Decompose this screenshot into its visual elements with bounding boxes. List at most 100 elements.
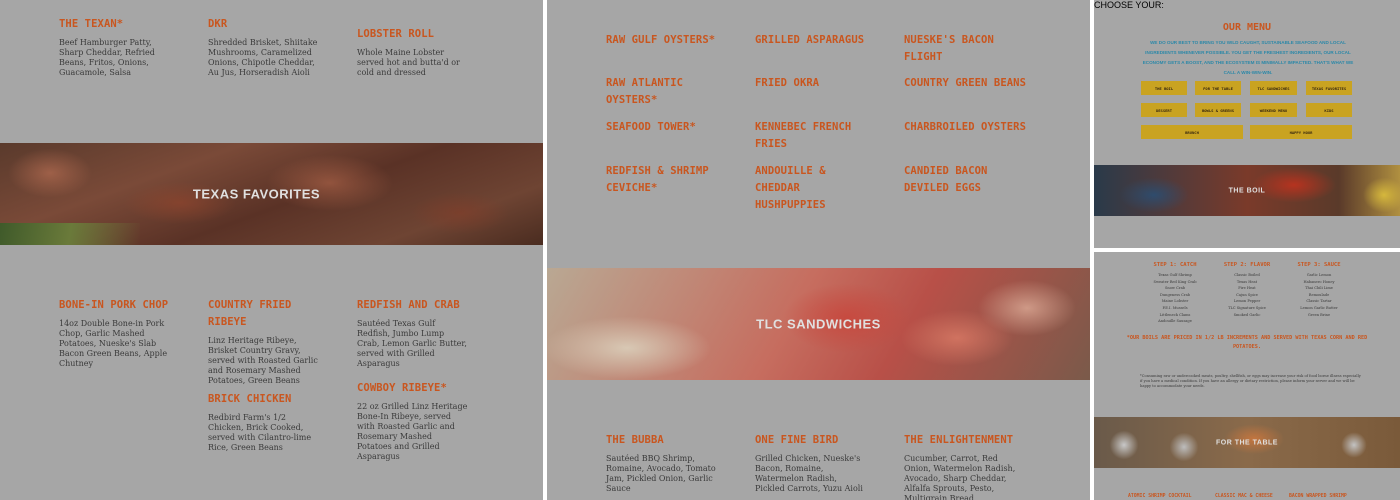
menu-item-name: CLASSIC MAC & CHEESE — [1215, 494, 1273, 499]
menu-item-name: DKR — [208, 18, 228, 30]
step-title: STEP 1: CATCH — [1153, 262, 1197, 268]
menu-item-name: RAW GULF OYSTERS* — [606, 34, 716, 46]
menu-panel-our-menu: OUR MENU WE DO OUR BEST TO BRING YOU WIL… — [1094, 0, 1400, 248]
step-option: Garlic Lemon — [1306, 273, 1332, 277]
menu-button-dessert[interactable]: DESSERT — [1141, 103, 1187, 117]
food-safety-disclaimer: *Consuming raw or undercooked meats, pou… — [1140, 374, 1361, 389]
menu-item-name: BONE-IN PORK CHOP — [59, 299, 169, 311]
menu-item: COUNTRY FRIED RIBEYE Linz Heritage Ribey… — [208, 297, 320, 386]
menu-item: REDFISH & SHRIMP CEVICHE* — [606, 163, 718, 197]
step-option: Lemon Pepper — [1233, 299, 1261, 304]
menu-item-name: RAW ATLANTIC OYSTERS* — [606, 77, 684, 106]
menu-button-brunch[interactable]: BRUNCH — [1141, 125, 1243, 139]
page-title: OUR MENU — [1222, 22, 1272, 33]
banner-title: TLC SANDWICHES — [756, 316, 881, 332]
menu-button-happy-hour[interactable]: HAPPY HOUR — [1250, 125, 1352, 139]
menu-item: ANDOUILLE & CHEDDAR HUSHPUPPIES — [755, 163, 875, 214]
menu-item-name: LOBSTER ROLL — [357, 28, 435, 40]
texas-favorites-banner: TEXAS FAVORITES — [0, 143, 543, 245]
menu-item-desc: Shredded Brisket, Shiitake Mushrooms, Ca… — [208, 38, 318, 77]
step-title: STEP 3: SAUCE — [1297, 262, 1341, 268]
menu-panel-for-the-table: RAW GULF OYSTERS* RAW ATLANTIC OYSTERS* … — [547, 0, 1090, 500]
menu-panel-the-boil: STEP 1: CATCH Texas Gulf Shrimp Sweater … — [1094, 252, 1400, 500]
menu-item: COUNTRY GREEN BEANS — [904, 75, 1034, 92]
menu-item-name: ANDOUILLE & CHEDDAR HUSHPUPPIES — [755, 165, 826, 211]
menu-button-weekend-menu[interactable]: WEEKEND MENU — [1250, 103, 1297, 117]
menu-button-bowls-greens[interactable]: BOWLS & GREENS — [1195, 103, 1241, 117]
menu-item: THE TEXAN* Beef Hamburger Patty, Sharp C… — [59, 16, 171, 78]
menu-button-kids[interactable]: KIDS — [1306, 103, 1352, 117]
menu-item: CANDIED BACON DEVILED EGGS — [904, 163, 1029, 197]
menu-item-name: COUNTRY GREEN BEANS — [904, 77, 1027, 89]
step-option: TLC Signature Spice — [1228, 305, 1266, 310]
banner-title: THE BOIL — [1228, 187, 1266, 194]
menu-item-name: REDFISH AND CRAB — [357, 299, 460, 311]
step-option: Remoulade — [1308, 292, 1330, 297]
step-option: Thai Chili Lime — [1305, 286, 1333, 291]
menu-item-desc: Grilled Chicken, Nueske's Bacon, Romaine… — [755, 454, 863, 493]
menu-item: THE BUBBA Sautéed BBQ Shrimp, Romaine, A… — [606, 432, 718, 494]
menu-item-desc: Whole Maine Lobster served hot and butta… — [357, 48, 460, 77]
menu-item-name: REDFISH & SHRIMP CEVICHE* — [606, 165, 709, 194]
step-options: Garlic Lemon Habanero Honey Thai Chili L… — [1286, 272, 1352, 318]
boil-step-catch: STEP 1: CATCH Texas Gulf Shrimp Sweater … — [1142, 262, 1208, 325]
menu-item-name: ATOMIC SHRIMP COCKTAIL — [1128, 494, 1192, 499]
menu-item-desc: 22 oz Grilled Linz Heritage Bone-In Ribe… — [357, 402, 468, 461]
menu-item: FRIED OKRA — [755, 75, 867, 92]
menu-item-desc: Cucumber, Carrot, Red Onion, Watermelon … — [904, 454, 1016, 500]
menu-item: ONE FINE BIRD Grilled Chicken, Nueske's … — [755, 432, 867, 494]
menu-item-desc: Linz Heritage Ribeye, Brisket Country Gr… — [208, 336, 318, 385]
menu-button-texas-favorites[interactable]: TEXAS FAVORITES — [1306, 81, 1352, 95]
choose-your-heading: CHOOSE YOUR: — [1094, 0, 1164, 10]
step-option: Lemon Garlic Butter — [1300, 305, 1338, 310]
menu-item: GRILLED ASPARAGUS — [755, 32, 867, 49]
menu-item-name: THE BUBBA — [606, 434, 664, 446]
menu-item: KENNEBEC FRENCH FRIES — [755, 119, 885, 153]
menu-item-name: KENNEBEC FRENCH FRIES — [755, 121, 852, 150]
menu-item-name: BRICK CHICKEN — [208, 393, 292, 405]
menu-item-name: BACON WRAPPED SHRIMP — [1289, 494, 1347, 499]
step-option: Cajun Spice — [1236, 292, 1258, 297]
intro-text: WE DO OUR BEST TO BRING YOU WILD CAUGHT,… — [1142, 40, 1354, 75]
menu-panel-texas-favorites: THE TEXAN* Beef Hamburger Patty, Sharp C… — [0, 0, 543, 500]
boil-step-sauce: STEP 3: SAUCE Garlic Lemon Habanero Hone… — [1286, 262, 1352, 318]
menu-item-desc: Redbird Farm's 1/2 Chicken, Brick Cooked… — [208, 413, 312, 452]
step-option: Maine Lobster — [1161, 299, 1189, 304]
step-option: Classic Tartar — [1306, 299, 1332, 304]
menu-item: DKR Shredded Brisket, Shiitake Mushrooms… — [208, 16, 320, 78]
for-the-table-banner: FOR THE TABLE — [1094, 417, 1400, 468]
tlc-sandwiches-banner: TLC SANDWICHES — [547, 268, 1090, 380]
menu-button-for-the-table[interactable]: FOR THE TABLE — [1195, 81, 1241, 95]
menu-button-tlc-sandwiches[interactable]: TLC SANDWICHES — [1250, 81, 1297, 95]
menu-item-name: SEAFOOD TOWER* — [606, 121, 696, 133]
boil-pricing-note: *OUR BOILS ARE PRICED IN 1/2 LB INCREMEN… — [1126, 335, 1368, 350]
step-option: Littleneck Clams — [1159, 312, 1191, 317]
menu-item: RAW GULF OYSTERS* — [606, 32, 718, 49]
menu-item: SEAFOOD TOWER* — [606, 119, 718, 136]
menu-item: BONE-IN PORK CHOP 14oz Double Bone-in Po… — [59, 297, 171, 369]
menu-item-name: THE TEXAN* — [59, 18, 124, 30]
menu-item: THE ENLIGHTENMENT Cucumber, Carrot, Red … — [904, 432, 1019, 500]
menu-item-desc: 14oz Double Bone-in Pork Chop, Garlic Ma… — [59, 319, 168, 368]
menu-button-the-boil[interactable]: THE BOIL — [1141, 81, 1187, 95]
menu-item-name: THE ENLIGHTENMENT — [904, 434, 1014, 446]
step-options: Texas Gulf Shrimp Sweater Red King Crab … — [1142, 272, 1208, 325]
menu-item-name: COUNTRY FRIED RIBEYE — [208, 299, 292, 328]
step-option: Fire Heat — [1238, 286, 1256, 291]
the-boil-banner: THE BOIL — [1094, 165, 1400, 216]
step-option: Dungeness Crab — [1159, 292, 1191, 297]
step-option: Snow Crab — [1164, 286, 1186, 291]
step-option: Andouille Sausage — [1158, 319, 1192, 324]
menu-item: BRICK CHICKEN Redbird Farm's 1/2 Chicken… — [208, 391, 320, 453]
menu-item: RAW ATLANTIC OYSTERS* — [606, 75, 736, 109]
step-option: Green Brine — [1307, 312, 1331, 317]
step-option: Sweater Red King Crab — [1153, 279, 1197, 284]
menu-item: LOBSTER ROLL Whole Maine Lobster served … — [357, 26, 469, 78]
step-option: Texas Heat — [1236, 279, 1258, 284]
banner-title: TEXAS FAVORITES — [192, 186, 321, 202]
step-option: Smoked Garlic — [1233, 312, 1261, 317]
step-option: Habanero Honey — [1303, 279, 1335, 284]
menu-item: NUESKE'S BACON FLIGHT — [904, 32, 1034, 66]
menu-item-name: FRIED OKRA — [755, 77, 820, 89]
banner-garnish-image — [0, 223, 140, 245]
